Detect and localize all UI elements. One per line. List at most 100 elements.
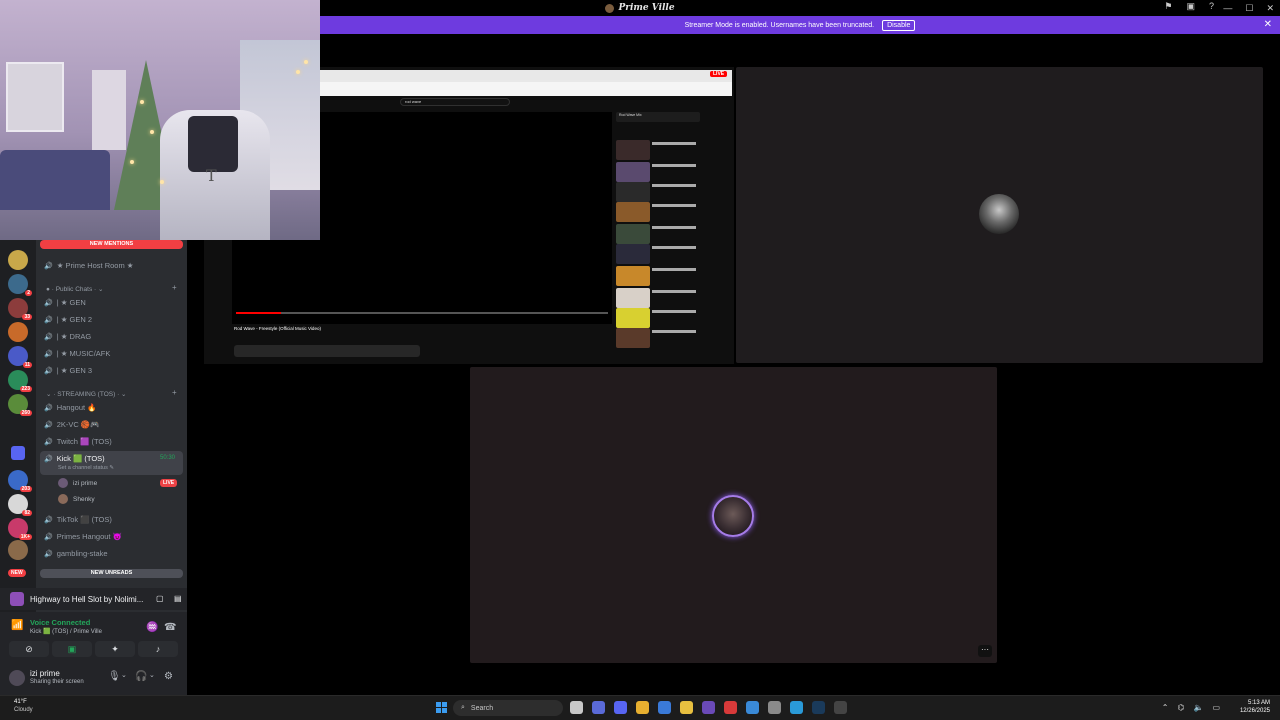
server-icon[interactable] [8, 322, 28, 342]
channel-music-afk[interactable]: 🔊 | ★ MUSIC/AFK [44, 349, 110, 358]
more-options-button[interactable]: ··· [978, 645, 992, 657]
server-icon[interactable] [8, 250, 28, 270]
chat-icon[interactable]: ▢ [146, 594, 164, 603]
chevron-down-icon[interactable]: ⌄ [149, 671, 155, 679]
file-explorer-icon[interactable] [570, 701, 583, 714]
channel-gen-2[interactable]: 🔊 | ★ GEN 2 [44, 315, 92, 324]
store-icon[interactable] [658, 701, 671, 714]
soundboard-button[interactable]: ♪ [138, 641, 178, 657]
channel-gen-3[interactable]: 🔊 | ★ GEN 3 [44, 366, 92, 375]
youtube-thumbnail[interactable] [616, 162, 650, 182]
noise-suppression-icon[interactable]: ♒ [146, 622, 158, 633]
app-icon[interactable] [768, 701, 781, 714]
screen-icon[interactable]: ▣ [1186, 1, 1195, 12]
server-icon[interactable]: 223 [8, 370, 32, 392]
server-icon[interactable]: 260 [8, 394, 32, 416]
app-icon[interactable] [746, 701, 759, 714]
youtube-thumbnail[interactable] [616, 182, 650, 202]
server-icon[interactable]: 1K+ [8, 518, 32, 540]
chrome-icon[interactable] [636, 701, 649, 714]
taskbar-search[interactable]: ⌕ Search [453, 700, 563, 716]
new-unreads-pill[interactable]: NEW UNREADS [40, 569, 183, 578]
disable-button[interactable]: Disable [882, 19, 916, 31]
channel-gambling-stake[interactable]: 🔊 gambling-stake [44, 549, 108, 558]
folder-icon[interactable] [11, 446, 25, 460]
camera-off-button[interactable]: ⊘ [9, 641, 49, 657]
youtube-header [320, 96, 732, 108]
youtube-thumbnail[interactable] [616, 266, 650, 286]
channel-primes-hangout[interactable]: 🔊 Primes Hangout 😈 [44, 532, 122, 541]
battery-icon[interactable]: ▭ [1212, 703, 1220, 712]
maximize-button[interactable]: ☐ [1245, 3, 1253, 14]
avatar [58, 478, 68, 488]
start-button[interactable] [436, 702, 447, 713]
activities-button[interactable]: ✦ [95, 641, 135, 657]
chevron-down-icon[interactable]: ⌄ [121, 671, 127, 679]
youtube-thumbnail[interactable] [616, 288, 650, 308]
minimize-button[interactable]: — [1223, 3, 1232, 13]
headphones-icon[interactable]: 🎧 [135, 671, 147, 682]
youtube-thumbnail[interactable] [616, 202, 650, 222]
youtube-thumbnail[interactable] [616, 224, 650, 244]
youtube-thumbnail[interactable] [616, 328, 650, 348]
app-icon[interactable] [724, 701, 737, 714]
server-icon[interactable]: 33 [8, 298, 32, 320]
channel-drag[interactable]: 🔊 | ★ DRAG [44, 332, 91, 341]
youtube-progress-bar[interactable] [236, 312, 608, 314]
category-streaming[interactable]: ⌄ · STREAMING (TOS) · ⌄ [46, 390, 127, 398]
copilot-icon[interactable] [592, 701, 605, 714]
network-icon[interactable]: ⌬ [1177, 703, 1184, 712]
youtube-thumbnail[interactable] [616, 244, 650, 264]
server-icon[interactable]: 11 [8, 346, 32, 368]
discord-icon[interactable] [614, 701, 627, 714]
voice-channel-label[interactable]: Kick 🟩 (TOS) / Prime Ville [30, 628, 102, 635]
steam-icon[interactable] [812, 701, 825, 714]
youtube-item-text [652, 184, 696, 187]
voice-member[interactable]: izi prime [58, 478, 97, 488]
progress-fill [236, 312, 281, 314]
server-icon[interactable] [8, 540, 28, 560]
clock-time: 5:13 AM [1247, 700, 1270, 706]
close-button[interactable]: ✕ [1266, 3, 1274, 14]
channel-gen[interactable]: 🔊 | ★ GEN [44, 298, 86, 307]
help-icon[interactable]: ? [1209, 1, 1214, 12]
server-icon[interactable]: 203 [8, 470, 32, 492]
add-channel-icon[interactable]: + [172, 283, 177, 292]
channel-host-room[interactable]: 🔊 ★ Prime Host Room ★ [44, 261, 134, 270]
youtube-search-input[interactable]: rod wave [400, 98, 510, 106]
youtube-thumbnail[interactable] [616, 140, 650, 160]
volume-icon[interactable]: 🔈 [1193, 703, 1203, 712]
new-mentions-pill[interactable]: NEW MENTIONS [40, 240, 183, 249]
flag-icon[interactable]: ⚑ [1164, 1, 1172, 12]
channel-hangout[interactable]: 🔊 Hangout 🔥 [44, 403, 97, 412]
channel-twitch[interactable]: 🔊 Twitch 🟪 (TOS) [44, 437, 112, 446]
server-icon[interactable]: 2 [8, 274, 32, 296]
server-icon[interactable]: 82 [8, 494, 32, 516]
disconnect-icon[interactable]: ☎ [164, 622, 176, 633]
channel-status[interactable]: Set a channel status ✎ [58, 465, 114, 471]
channel-2k-vc[interactable]: 🔊 2K-VC 🏀🎮 [44, 420, 100, 429]
screen-share-button[interactable]: ▣ [52, 641, 92, 657]
signal-icon[interactable]: 📶 [11, 620, 23, 631]
gear-icon[interactable]: ⚙ [164, 671, 173, 682]
edge-icon[interactable] [790, 701, 803, 714]
channel-kick[interactable]: 🔊 Kick 🟩 (TOS) [44, 454, 105, 463]
voice-connected-label[interactable]: Voice Connected [30, 618, 90, 627]
app-icon[interactable] [702, 701, 715, 714]
channel-tiktok[interactable]: 🔊 TikTok ⬛ (TOS) [44, 515, 112, 524]
category-public-chats[interactable]: ● · Public Chats · ⌄ [46, 285, 103, 293]
youtube-thumbnail[interactable] [616, 308, 650, 328]
banner-close-icon[interactable]: ✕ [1264, 19, 1272, 30]
add-channel-icon[interactable]: + [172, 388, 177, 397]
new-pill[interactable]: NEW [8, 569, 26, 577]
taskbar-clock[interactable]: 5:13 AM 12/26/2025 [1240, 699, 1270, 715]
calendar-icon[interactable]: ▤ [164, 594, 182, 603]
speaker-icon: 🔊 [44, 438, 53, 446]
tray-chevron-icon[interactable]: ⌃ [1162, 703, 1169, 712]
voice-member[interactable]: Shenky [58, 494, 95, 504]
mic-icon[interactable]: 🎙 [108, 671, 121, 682]
weather-widget[interactable]: 41°F Cloudy [14, 698, 33, 714]
folder-icon[interactable] [680, 701, 693, 714]
terminal-icon[interactable] [834, 701, 847, 714]
user-avatar[interactable] [9, 670, 25, 686]
